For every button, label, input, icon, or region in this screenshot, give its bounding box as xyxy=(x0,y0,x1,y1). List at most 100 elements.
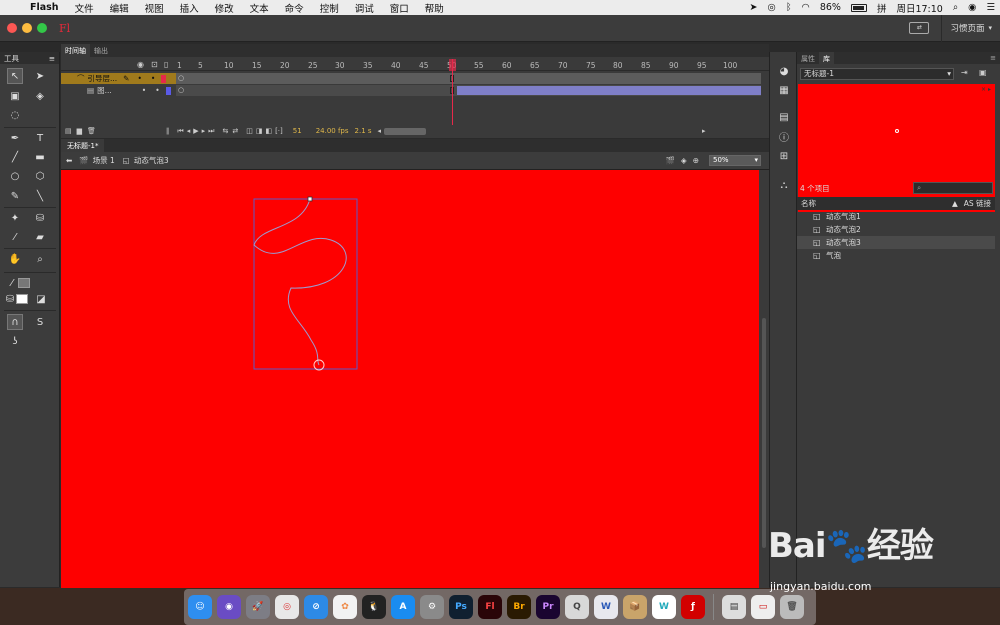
bluetooth-icon[interactable]: ᛒ xyxy=(781,2,797,13)
play-icon[interactable]: ▶ xyxy=(193,127,198,135)
loop-icon[interactable]: ⇆ xyxy=(222,127,228,135)
layer-color-swatch[interactable] xyxy=(161,74,167,83)
playhead-handle[interactable] xyxy=(449,59,456,71)
menu-text[interactable]: 文本 xyxy=(242,1,277,15)
battery-percent[interactable]: 86% xyxy=(815,2,846,13)
swatches-panel-icon[interactable]: ▦ xyxy=(777,83,791,97)
menu-insert[interactable]: 插入 xyxy=(172,1,207,15)
workspace-switcher[interactable]: 习惯页面 ▾ xyxy=(941,14,1000,42)
panel-menu-icon[interactable]: ≡ xyxy=(49,54,55,63)
pencil-tool-icon[interactable]: ✎ xyxy=(7,188,23,204)
sort-icon[interactable]: ▲ xyxy=(952,199,958,208)
visibility-dot[interactable]: • xyxy=(142,86,146,95)
layer-row-graphic[interactable]: ▤ 图... • • xyxy=(61,85,176,96)
text-tool-icon[interactable]: T xyxy=(32,130,48,146)
last-frame-icon[interactable]: ⏭ xyxy=(208,127,214,136)
pause-icon[interactable]: ∥ xyxy=(166,127,170,135)
bridge-icon[interactable]: Br xyxy=(507,595,531,619)
word-icon[interactable]: W xyxy=(594,595,618,619)
menu-commands[interactable]: 命令 xyxy=(277,1,312,15)
edit-symbol-icon[interactable]: ◈ xyxy=(681,156,687,165)
bone-tool-icon[interactable]: ✦ xyxy=(7,210,23,226)
new-library-panel-icon[interactable]: ▣ xyxy=(979,68,987,77)
tween-span[interactable] xyxy=(457,86,761,95)
stage-scroll-thumb[interactable] xyxy=(762,318,766,548)
trash-icon[interactable]: 🗑 xyxy=(780,595,804,619)
scroll-left-icon[interactable]: ◂ xyxy=(378,127,382,135)
library-item[interactable]: ◱ 动态气泡3 xyxy=(797,236,995,249)
menu-window[interactable]: 窗口 xyxy=(382,1,417,15)
scroll-right-icon[interactable]: ▸ xyxy=(702,127,706,135)
menu-file[interactable]: 文件 xyxy=(67,1,102,15)
input-method-icon[interactable]: 拼 xyxy=(872,1,892,15)
safari-icon[interactable]: ⊘ xyxy=(304,595,328,619)
snap-to-objects-icon[interactable]: ∩ xyxy=(7,314,23,330)
wunderlist-icon[interactable]: W xyxy=(652,595,676,619)
library-item[interactable]: ◱ 动态气泡2 xyxy=(797,223,995,236)
frame-rate[interactable]: 24.00 fps xyxy=(316,127,349,135)
panel-menu-icon[interactable]: ≡ xyxy=(986,52,1000,64)
edit-scene-icon[interactable]: 🎬 xyxy=(666,156,675,165)
chrome-icon[interactable]: ◎ xyxy=(275,595,299,619)
scene-breadcrumb[interactable]: 场景 1 xyxy=(93,155,115,166)
zoom-tool-icon[interactable]: ⌕ xyxy=(32,251,48,267)
edit-multiple-icon[interactable]: ◧ xyxy=(265,127,272,135)
siri-icon[interactable]: ◉ xyxy=(963,2,981,13)
document-tab[interactable]: 无标题-1* xyxy=(61,139,105,152)
frames-row-graphic[interactable]: ○ xyxy=(176,85,761,96)
stroke-color-swatch[interactable] xyxy=(18,278,30,288)
selection-tool-icon[interactable]: ↖ xyxy=(7,68,23,84)
quicktime-icon[interactable]: Q xyxy=(565,595,589,619)
frames-row-guide[interactable]: ○ xyxy=(176,73,761,84)
delete-layer-icon[interactable]: 🗑 xyxy=(87,127,96,135)
subselection-tool-icon[interactable]: ➤ xyxy=(32,68,48,84)
library-item[interactable]: ◱ 气泡 xyxy=(797,249,995,262)
align-panel-icon[interactable]: ▤ xyxy=(777,110,791,124)
symbol-breadcrumb[interactable]: 动态气泡3 xyxy=(134,155,169,166)
zoom-window-button[interactable] xyxy=(37,23,47,33)
3d-rotation-tool-icon[interactable]: ◈ xyxy=(32,88,48,104)
system-preferences-icon[interactable]: ⚙ xyxy=(420,595,444,619)
rectangle-tool-icon[interactable]: ▬ xyxy=(32,149,48,165)
library-item[interactable]: ◱ 动态气泡1 xyxy=(797,210,995,223)
components-panel-icon[interactable]: ⛬ xyxy=(777,178,791,192)
current-frame[interactable]: 51 xyxy=(293,127,302,135)
flash-player-icon[interactable]: ƒ xyxy=(681,595,705,619)
photoshop-icon[interactable]: Ps xyxy=(449,595,473,619)
line-tool-icon[interactable]: ╱ xyxy=(7,149,23,165)
clock[interactable]: 周日17:10 xyxy=(891,1,947,15)
tab-output[interactable]: 输出 xyxy=(90,44,112,57)
siri-icon[interactable]: ◉ xyxy=(217,595,241,619)
column-as-linkage[interactable]: AS 链接 xyxy=(964,198,991,209)
premiere-icon[interactable]: Pr xyxy=(536,595,560,619)
loop-range-icon[interactable]: ⇄ xyxy=(232,127,238,135)
color-panel-icon[interactable]: ◕ xyxy=(777,64,791,78)
onion-outline-icon[interactable]: ◨ xyxy=(256,127,263,135)
first-frame-icon[interactable]: ⏮ xyxy=(177,127,183,136)
qq-icon[interactable]: 🐧 xyxy=(362,595,386,619)
smooth-option-icon[interactable]: S xyxy=(32,314,48,330)
archive-utility-icon[interactable]: 📦 xyxy=(623,595,647,619)
registration-point[interactable] xyxy=(307,196,313,202)
photos-icon[interactable]: ✿ xyxy=(333,595,357,619)
new-layer-icon[interactable]: ▤ xyxy=(65,127,72,135)
frame-ruler[interactable]: 1 5 10 15 20 25 30 35 40 45 50 55 60 65 … xyxy=(176,59,761,71)
swap-colors-icon[interactable]: ◪ xyxy=(33,291,49,307)
outline-layers-icon[interactable]: ▯ xyxy=(164,60,168,69)
spotlight-icon[interactable]: ⌕ xyxy=(948,2,963,13)
symbol-bounding-box[interactable] xyxy=(253,198,358,370)
oval-tool-icon[interactable]: ○ xyxy=(7,168,23,184)
menu-app-name[interactable]: Flash xyxy=(26,2,67,13)
brush-tool-icon[interactable]: ╲ xyxy=(32,188,48,204)
lock-layers-icon[interactable]: ⊡ xyxy=(151,60,158,69)
motion-guide-path[interactable] xyxy=(253,198,347,366)
stage-canvas[interactable] xyxy=(61,170,759,588)
preview-controls[interactable]: × ▸ xyxy=(981,86,991,93)
menu-modify[interactable]: 修改 xyxy=(207,1,242,15)
send-icon[interactable]: ➤ xyxy=(745,2,763,13)
eyedropper-tool-icon[interactable]: ⁄ xyxy=(7,229,23,245)
layer-color-swatch[interactable] xyxy=(165,86,171,95)
menu-view[interactable]: 视图 xyxy=(137,1,172,15)
tab-timeline[interactable]: 时间轴 xyxy=(61,44,90,57)
polystar-tool-icon[interactable]: ⬡ xyxy=(32,168,48,184)
